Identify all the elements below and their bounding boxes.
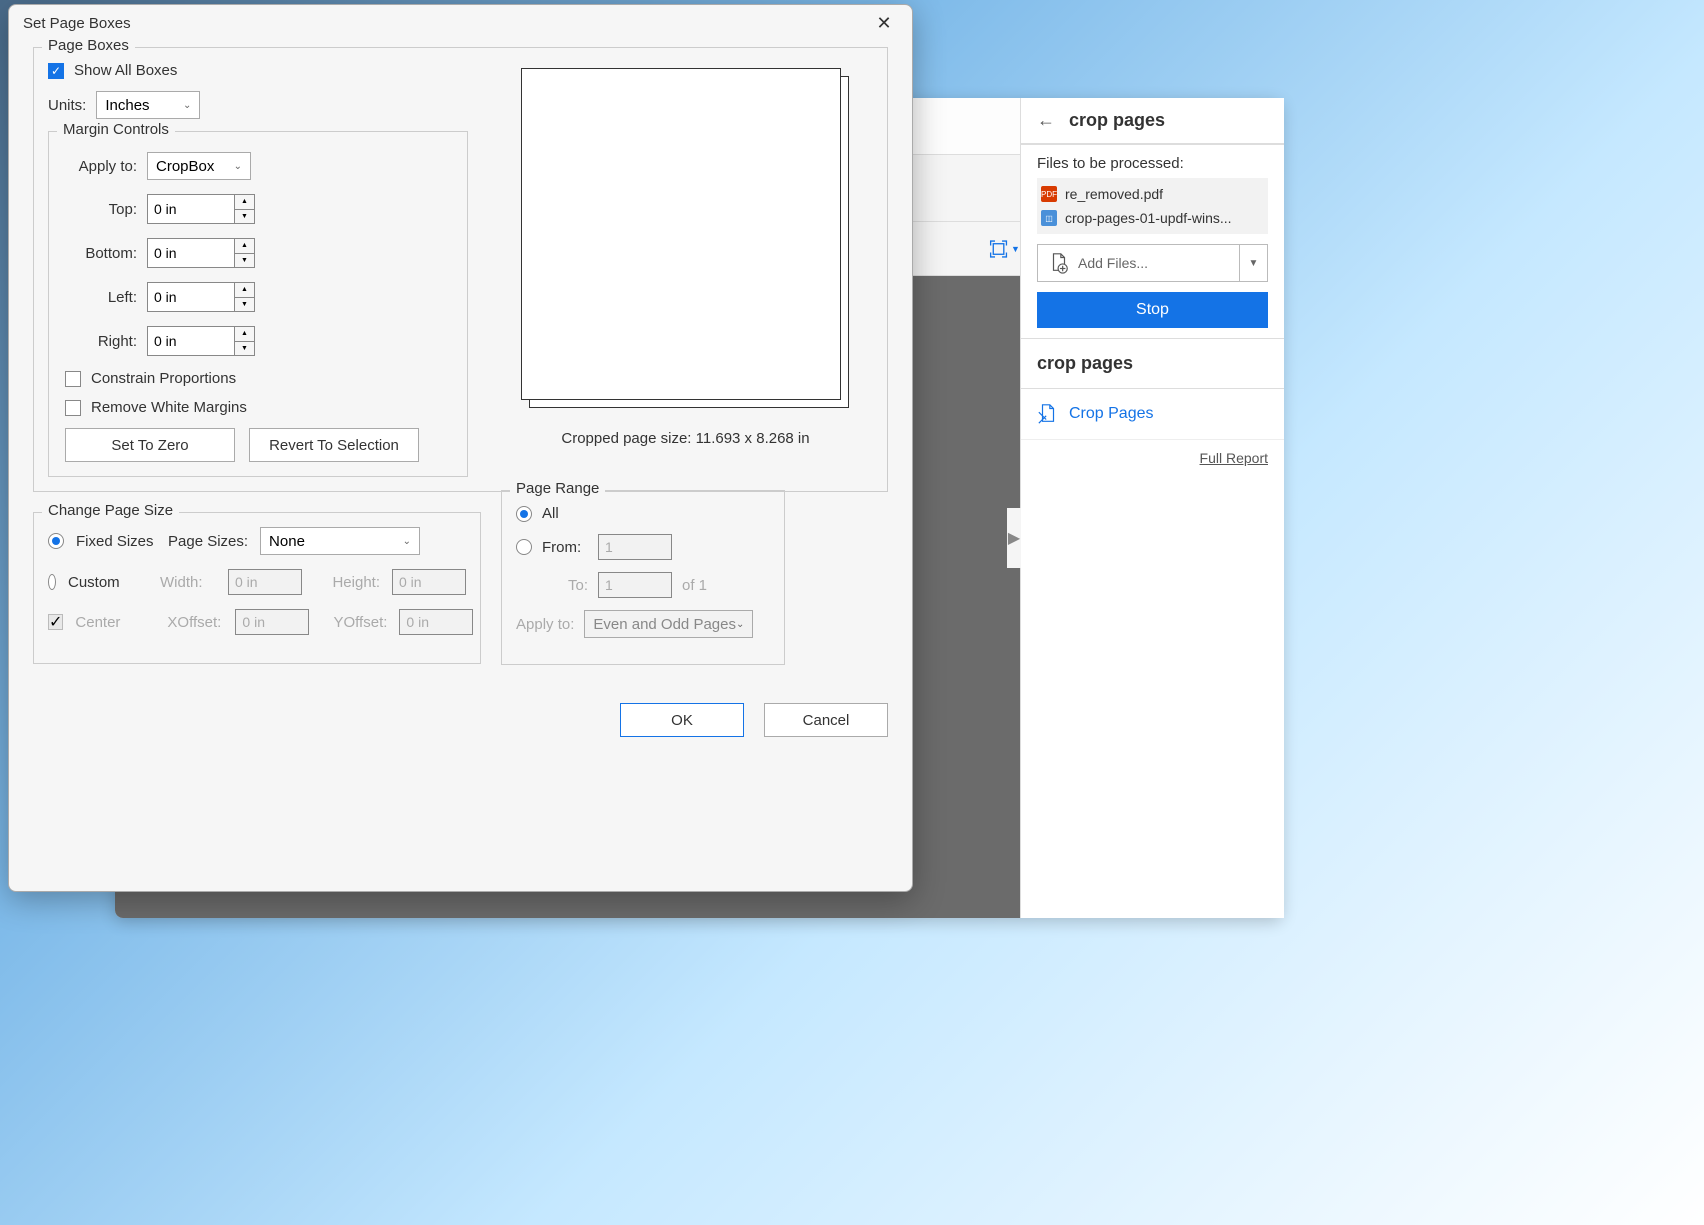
page-sizes-select[interactable]: None⌄ [260,527,420,555]
units-select[interactable]: Inches⌄ [96,91,200,119]
left-spinner[interactable]: ▲▼ [147,282,255,312]
right-spinner[interactable]: ▲▼ [147,326,255,356]
from-input [598,534,672,560]
bottom-input[interactable] [148,239,234,267]
pr-apply-select: Even and Odd Pages⌄ [584,610,753,638]
ok-button[interactable]: OK [620,703,744,737]
page-range-fieldset: Page Range All From: To: of 1 Apply to: [501,490,785,665]
units-label: Units: [48,97,86,114]
height-input [392,569,466,595]
left-input[interactable] [148,283,234,311]
custom-label: Custom [68,574,148,591]
spin-up[interactable]: ▲ [235,195,254,210]
files-label: Files to be processed: [1037,155,1268,172]
crop-pages-link[interactable]: Crop Pages [1021,389,1284,439]
panel-collapse-handle[interactable]: ▶ [1007,508,1021,568]
constrain-label: Constrain Proportions [91,370,236,387]
spin-up[interactable]: ▲ [235,327,254,342]
spin-up[interactable]: ▲ [235,239,254,254]
image-icon: ◫ [1041,210,1057,226]
to-input [598,572,672,598]
spin-down[interactable]: ▼ [235,298,254,312]
pr-apply-label: Apply to: [516,616,574,633]
cropped-size-label: Cropped page size: 11.693 x 8.268 in [561,430,809,447]
crop-pages-label: Crop Pages [1069,405,1154,423]
yoffset-label: YOffset: [321,614,387,631]
right-panel: ← crop pages Files to be processed: PDF … [1020,98,1284,918]
xoffset-label: XOffset: [167,614,223,631]
to-label: To: [542,577,588,594]
fieldset-legend: Change Page Size [42,502,179,519]
fixed-sizes-radio[interactable] [48,533,64,549]
show-all-boxes-checkbox[interactable]: ✓ [48,63,64,79]
page-preview [521,68,851,408]
remove-white-checkbox[interactable] [65,400,81,416]
center-label: Center [75,614,155,631]
file-item[interactable]: ◫ crop-pages-01-updf-wins... [1039,206,1266,230]
file-item[interactable]: PDF re_removed.pdf [1039,182,1266,206]
width-label: Width: [160,574,216,591]
right-input[interactable] [148,327,234,355]
show-all-boxes-label: Show All Boxes [74,62,177,79]
add-file-icon [1048,252,1070,274]
top-spinner[interactable]: ▲▼ [147,194,255,224]
width-input [228,569,302,595]
from-label: From: [542,539,588,556]
file-name: re_removed.pdf [1065,186,1163,202]
spin-down[interactable]: ▼ [235,254,254,268]
page-boxes-fieldset: Page Boxes ✓ Show All Boxes Units: Inche… [33,47,888,492]
spin-down[interactable]: ▼ [235,342,254,356]
remove-white-label: Remove White Margins [91,399,247,416]
all-label: All [542,505,559,522]
set-to-zero-button[interactable]: Set To Zero [65,428,235,462]
set-page-boxes-dialog: Set Page Boxes ✕ Page Boxes ✓ Show All B… [8,4,913,892]
fieldset-legend: Margin Controls [57,121,175,138]
top-label: Top: [65,201,137,218]
bottom-spinner[interactable]: ▲▼ [147,238,255,268]
center-checkbox: ✓ [48,614,63,630]
revert-to-selection-button[interactable]: Revert To Selection [249,428,419,462]
spin-down[interactable]: ▼ [235,210,254,224]
xoffset-input [235,609,309,635]
top-input[interactable] [148,195,234,223]
of-label: of 1 [682,577,707,594]
add-files-button[interactable]: Add Files... ▼ [1037,244,1268,282]
panel-section-title: crop pages [1021,338,1284,389]
right-label: Right: [65,333,137,350]
height-label: Height: [314,574,380,591]
stop-button[interactable]: Stop [1037,292,1268,328]
back-arrow-icon[interactable]: ← [1037,110,1055,131]
file-name: crop-pages-01-updf-wins... [1065,210,1232,226]
full-report-link[interactable]: Full Report [1021,439,1284,476]
close-icon[interactable]: ✕ [870,9,898,37]
fieldset-legend: Page Boxes [42,37,135,54]
from-radio[interactable] [516,539,532,555]
page-sizes-label: Page Sizes: [168,533,248,550]
pdf-icon: PDF [1041,186,1057,202]
dialog-title: Set Page Boxes [23,15,131,32]
add-files-dropdown[interactable]: ▼ [1239,245,1267,281]
crop-icon [1037,403,1059,425]
left-label: Left: [65,289,137,306]
panel-title: crop pages [1069,110,1165,131]
constrain-checkbox[interactable] [65,371,81,387]
fieldset-legend: Page Range [510,480,605,497]
cancel-button[interactable]: Cancel [764,703,888,737]
bottom-label: Bottom: [65,245,137,262]
custom-radio[interactable] [48,574,56,590]
change-page-size-fieldset: Change Page Size Fixed Sizes Page Sizes:… [33,512,481,664]
spin-up[interactable]: ▲ [235,283,254,298]
all-radio[interactable] [516,506,532,522]
apply-to-select[interactable]: CropBox⌄ [147,152,251,180]
apply-to-label: Apply to: [65,158,137,175]
scale-icon[interactable]: ▼ [988,233,1020,265]
margin-controls-fieldset: Margin Controls Apply to: CropBox⌄ Top: … [48,131,468,477]
add-files-label: Add Files... [1078,255,1148,271]
fixed-sizes-label: Fixed Sizes [76,533,156,550]
yoffset-input [399,609,473,635]
